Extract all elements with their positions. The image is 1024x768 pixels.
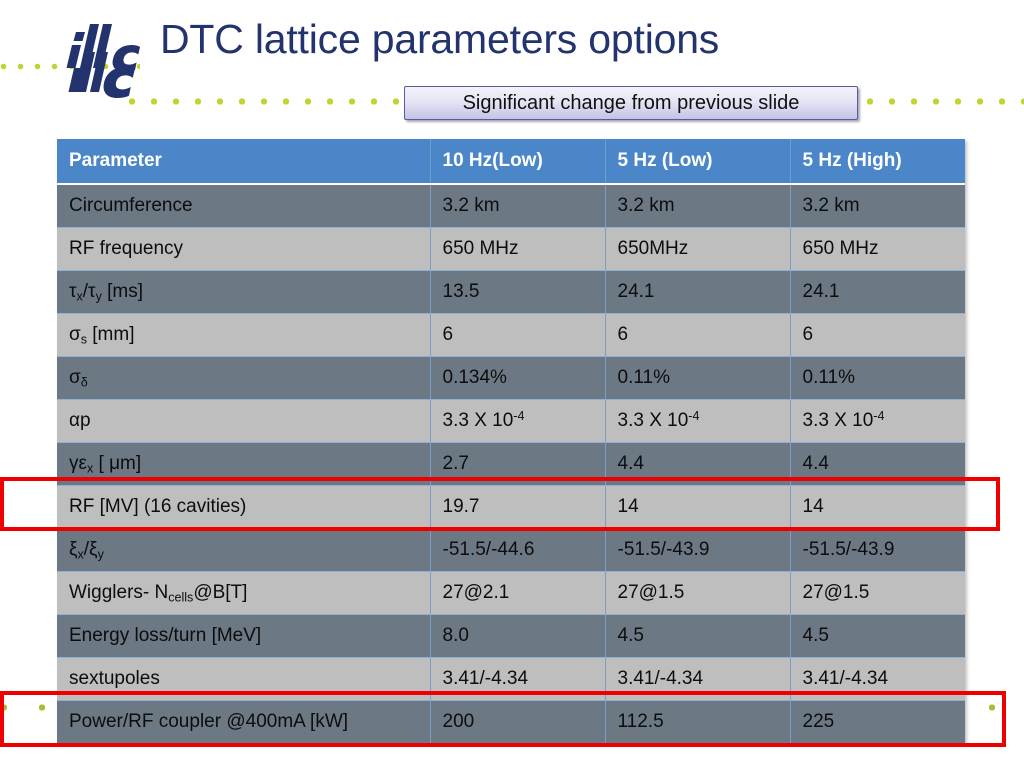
table-row: αp 3.3 X 10-4 3.3 X 10-4 3.3 X 10-4 bbox=[57, 399, 965, 443]
table-row: τx/τy [ms] 13.5 24.1 24.1 bbox=[57, 270, 965, 314]
row-parameter-label: αp bbox=[57, 399, 431, 443]
row-value-10hz-low: 3.2 km bbox=[430, 184, 606, 228]
row-parameter-label: RF [MV] (16 cavities) bbox=[57, 485, 431, 529]
row-parameter-label: γεx [ μm] bbox=[57, 442, 431, 486]
row-value-5hz-low: 6 bbox=[605, 313, 791, 357]
slide-title: DTC lattice parameters options bbox=[160, 16, 720, 62]
column-header-5hz-high: 5 Hz (High) bbox=[790, 139, 965, 185]
row-value-5hz-low: 3.2 km bbox=[605, 184, 791, 228]
row-value-10hz-low: 0.134% bbox=[430, 356, 606, 400]
row-value-5hz-low: 650MHz bbox=[605, 227, 791, 271]
row-value-10hz-low: 200 bbox=[430, 700, 606, 743]
table-body: Circumference 3.2 km 3.2 km 3.2 km RF freque… bbox=[57, 184, 965, 743]
row-value-5hz-high: 0.11% bbox=[790, 356, 965, 400]
table-row: RF frequency 650 MHz 650MHz 650 MHz bbox=[57, 227, 965, 271]
row-value-5hz-low: 4.5 bbox=[605, 614, 791, 658]
row-value-10hz-low: 27@2.1 bbox=[430, 571, 606, 615]
row-value-5hz-high: -51.5/-43.9 bbox=[790, 528, 965, 572]
row-value-10hz-low: 19.7 bbox=[430, 485, 606, 529]
row-value-10hz-low: 13.5 bbox=[430, 270, 606, 314]
row-value-5hz-high: 650 MHz bbox=[790, 227, 965, 271]
row-parameter-label: Circumference bbox=[57, 184, 431, 228]
table-row: γεx [ μm] 2.7 4.4 4.4 bbox=[57, 442, 965, 486]
column-header-5hz-low: 5 Hz (Low) bbox=[605, 139, 791, 185]
table-row: Wigglers- Ncells@B[T] 27@2.1 27@1.5 27@1.5 bbox=[57, 571, 965, 615]
row-parameter-label: σs [mm] bbox=[57, 313, 431, 357]
row-value-5hz-low: 0.11% bbox=[605, 356, 791, 400]
row-value-5hz-high: 4.5 bbox=[790, 614, 965, 658]
row-value-10hz-low: 2.7 bbox=[430, 442, 606, 486]
callout-significant-change: Significant change from previous slide bbox=[404, 86, 858, 120]
row-parameter-label: Power/RF coupler @400mA [kW] bbox=[57, 700, 431, 743]
row-value-5hz-high: 14 bbox=[790, 485, 965, 529]
row-value-10hz-low: -51.5/-44.6 bbox=[430, 528, 606, 572]
ilc-logo bbox=[66, 24, 140, 98]
row-value-5hz-high: 4.4 bbox=[790, 442, 965, 486]
table-row: ξx/ξy -51.5/-44.6 -51.5/-43.9 -51.5/-43.9 bbox=[57, 528, 965, 572]
table-row: Energy loss/turn [MeV] 8.0 4.5 4.5 bbox=[57, 614, 965, 658]
row-parameter-label: σδ bbox=[57, 356, 431, 400]
table-row: Circumference 3.2 km 3.2 km 3.2 km bbox=[57, 184, 965, 228]
row-parameter-label: RF frequency bbox=[57, 227, 431, 271]
row-value-5hz-high: 24.1 bbox=[790, 270, 965, 314]
row-value-5hz-low: 27@1.5 bbox=[605, 571, 791, 615]
table-row: sextupoles 3.41/-4.34 3.41/-4.34 3.41/-4.34 bbox=[57, 657, 965, 701]
row-value-5hz-high: 6 bbox=[790, 313, 965, 357]
row-parameter-label: Wigglers- Ncells@B[T] bbox=[57, 571, 431, 615]
table-row: RF [MV] (16 cavities) 19.7 14 14 bbox=[57, 485, 965, 529]
row-value-10hz-low: 3.41/-4.34 bbox=[430, 657, 606, 701]
row-value-5hz-low: 4.4 bbox=[605, 442, 791, 486]
row-parameter-label: τx/τy [ms] bbox=[57, 270, 431, 314]
row-value-10hz-low: 8.0 bbox=[430, 614, 606, 658]
column-header-parameter: Parameter bbox=[57, 139, 431, 185]
row-value-5hz-high: 3.3 X 10-4 bbox=[790, 399, 965, 443]
row-parameter-label: sextupoles bbox=[57, 657, 431, 701]
callout-label: Significant change from previous slide bbox=[462, 91, 800, 114]
row-parameter-label: Energy loss/turn [MeV] bbox=[57, 614, 431, 658]
table-row: σδ 0.134% 0.11% 0.11% bbox=[57, 356, 965, 400]
lattice-parameters-table: Parameter 10 Hz(Low) 5 Hz (Low) 5 Hz (Hi… bbox=[57, 139, 965, 743]
table-header-row: Parameter 10 Hz(Low) 5 Hz (Low) 5 Hz (Hi… bbox=[57, 139, 965, 185]
row-value-5hz-low: -51.5/-43.9 bbox=[605, 528, 791, 572]
row-value-5hz-low: 3.41/-4.34 bbox=[605, 657, 791, 701]
row-value-5hz-high: 27@1.5 bbox=[790, 571, 965, 615]
slide-canvas: DTC lattice parameters options Significa… bbox=[0, 0, 1024, 768]
table-row: σs [mm] 6 6 6 bbox=[57, 313, 965, 357]
row-value-5hz-low: 112.5 bbox=[605, 700, 791, 743]
table-row: Power/RF coupler @400mA [kW] 200 112.5 225 bbox=[57, 700, 965, 743]
row-value-5hz-low: 24.1 bbox=[605, 270, 791, 314]
row-parameter-label: ξx/ξy bbox=[57, 528, 431, 572]
row-value-10hz-low: 650 MHz bbox=[430, 227, 606, 271]
row-value-5hz-high: 225 bbox=[790, 700, 965, 743]
row-value-5hz-low: 3.3 X 10-4 bbox=[605, 399, 791, 443]
row-value-10hz-low: 3.3 X 10-4 bbox=[430, 399, 606, 443]
row-value-5hz-low: 14 bbox=[605, 485, 791, 529]
row-value-5hz-high: 3.41/-4.34 bbox=[790, 657, 965, 701]
dotted-rule-under-logo bbox=[128, 98, 408, 105]
column-header-10hz-low: 10 Hz(Low) bbox=[430, 139, 606, 185]
row-value-5hz-high: 3.2 km bbox=[790, 184, 965, 228]
row-value-10hz-low: 6 bbox=[430, 313, 606, 357]
dotted-rule-right-of-callout bbox=[866, 98, 1024, 105]
